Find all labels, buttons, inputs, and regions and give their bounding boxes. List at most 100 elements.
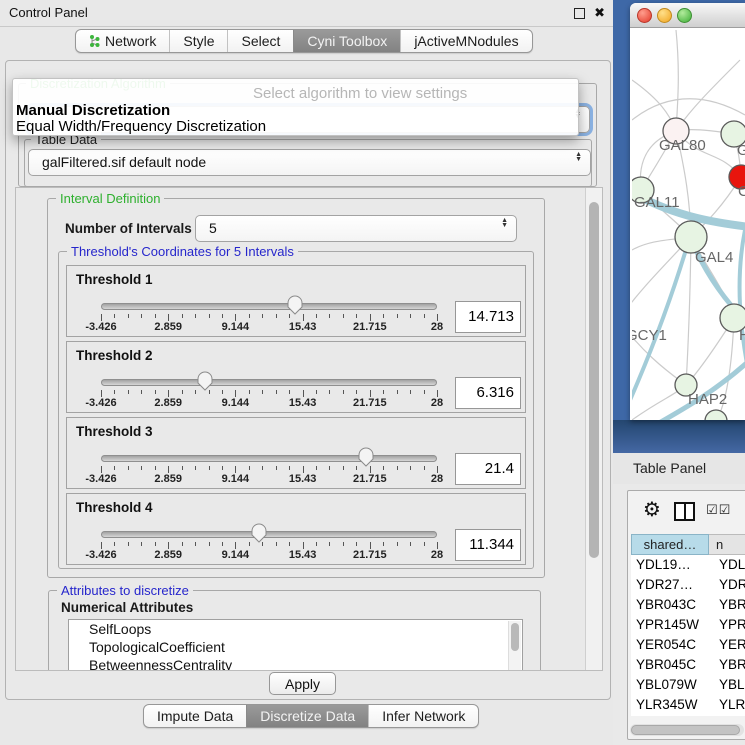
table-row[interactable]: YDL19…YDL1 [631,555,745,575]
zoom-traffic-light-icon[interactable] [677,8,692,23]
threshold-value-field[interactable]: 21.4 [455,453,521,485]
minor-tick [356,466,357,470]
network-node[interactable] [705,410,727,420]
minor-tick [209,314,210,318]
major-tick [303,542,304,549]
algorithm-option-manual-discretization[interactable]: Manual Discretization [16,102,170,119]
major-tick [235,542,236,549]
bottom-tab-infer-network[interactable]: Infer Network [368,705,478,727]
select-columns-icons[interactable]: ☑☑ [706,502,731,518]
table-horizontal-scrollbar[interactable] [630,724,744,736]
minor-tick [289,542,290,546]
minor-tick [343,466,344,470]
tab-network[interactable]: Network [76,30,169,52]
minor-tick [155,542,156,546]
minor-tick [114,390,115,394]
columns-icon[interactable] [674,502,695,521]
minor-tick [356,314,357,318]
table-row[interactable]: YBR045CYBR0 [631,655,745,675]
attribute-item-topologicalcoefficient[interactable]: TopologicalCoefficient [69,638,522,656]
gear-icon[interactable]: ⚙ [643,499,661,521]
major-tick [168,466,169,473]
network-edge [632,99,745,120]
settings-scrollbar[interactable] [585,188,602,670]
major-tick [437,466,438,473]
minor-tick [182,466,183,470]
algorithm-option-equal-width-frequency-discretization[interactable]: Equal Width/Frequency Discretization [16,118,266,135]
apply-button[interactable]: Apply [269,672,336,695]
minor-tick [424,542,425,546]
table-data-value: galFiltered.sif default node [42,150,206,175]
slider-thumb[interactable] [358,447,374,472]
minor-tick [410,390,411,394]
minor-tick [222,390,223,394]
minor-tick [410,542,411,546]
major-tick [303,466,304,473]
minor-tick [276,314,277,318]
tick-label: 21.715 [353,321,387,333]
list-scrollbar[interactable] [508,621,521,671]
slider-track[interactable] [101,455,437,462]
tick-label: 9.144 [222,473,250,485]
table-data-combobox[interactable]: galFiltered.sif default node ▲▼ [28,149,591,176]
network-edge [676,30,678,131]
interval-definition-label: Interval Definition [56,191,164,206]
threshold-value-field[interactable]: 11.344 [455,529,521,561]
tab-jactivemnodules[interactable]: jActiveMNodules [400,30,531,52]
bottom-tab-discretize-data[interactable]: Discretize Data [246,705,368,727]
close-icon[interactable]: ✖ [594,8,605,18]
slider-track[interactable] [101,379,437,386]
minor-tick [182,314,183,318]
cell-name: YBL0 [712,675,745,695]
network-node-label: C [738,183,745,200]
table-row[interactable]: YLR345WYLR3 [631,695,745,715]
column-header-name[interactable]: n [709,534,745,555]
table-row[interactable]: YBR043CYBR0 [631,595,745,615]
cell-name: YER0 [712,635,745,655]
control-panel-window: Control Panel ✖ NetworkStyleSelectCyni T… [0,0,613,745]
table-row[interactable]: YDR27…YDR2 [631,575,745,595]
threshold-value-field[interactable]: 14.713 [455,301,521,333]
tick-label: 2.859 [154,321,182,333]
slider-thumb[interactable] [197,371,213,396]
minor-tick [262,390,263,394]
minor-tick [289,466,290,470]
minimize-traffic-light-icon[interactable] [657,8,672,23]
minor-tick [209,542,210,546]
bottom-tab-impute-data[interactable]: Impute Data [144,705,246,727]
slider-thumb[interactable] [251,523,267,548]
cell-shared-name: YBR043C [631,595,712,615]
network-canvas[interactable]: GAL80GACGAL11GAL4GCY1HHAP2 [632,27,745,420]
tab-select[interactable]: Select [227,30,293,52]
close-traffic-light-icon[interactable] [637,8,652,23]
attributes-listbox[interactable]: SelfLoopsTopologicalCoefficientBetweenne… [68,619,523,671]
slider-track[interactable] [101,531,437,538]
slider-thumb[interactable] [287,295,303,320]
tab-label: Select [241,30,280,52]
bottom-tab-label: Infer Network [382,705,465,727]
table-row[interactable]: YPR145WYPR1 [631,615,745,635]
table-row[interactable]: YBL079WYBL0 [631,675,745,695]
tab-style[interactable]: Style [169,30,227,52]
minor-tick [128,542,129,546]
column-header-shared-name[interactable]: shared… [631,534,709,555]
network-tree-icon [89,34,100,48]
cell-name: YLR3 [712,695,745,715]
tab-cyni-toolbox[interactable]: Cyni Toolbox [293,30,400,52]
top-tab-bar: NetworkStyle Select Cyni ToolboxjActiveMNo… [75,29,533,53]
slider-track[interactable] [101,303,437,310]
table-row[interactable]: YER054CYER0 [631,635,745,655]
attribute-item-betweennesscentrality[interactable]: BetweennessCentrality [69,656,522,671]
threshold-box-threshold-1: Threshold 1-3.4262.8599.14415.4321.71528… [66,265,526,337]
minor-tick [222,542,223,546]
slider-tick-labels: -3.4262.8599.14415.4321.71528 [101,473,437,485]
float-window-icon[interactable] [574,8,585,19]
tick-label: 15.43 [289,397,317,409]
node-table: shared… n YDL19…YDL1YDR27…YDR2YBR043CYBR… [631,534,745,716]
attribute-item-selfloops[interactable]: SelfLoops [69,620,522,638]
minor-tick [141,542,142,546]
minor-tick [128,314,129,318]
table-row[interactable]: YIL052CYIL0 [631,715,745,716]
threshold-value-field[interactable]: 6.316 [455,377,521,409]
num-intervals-combobox[interactable]: 5 ▲▼ [195,215,517,242]
